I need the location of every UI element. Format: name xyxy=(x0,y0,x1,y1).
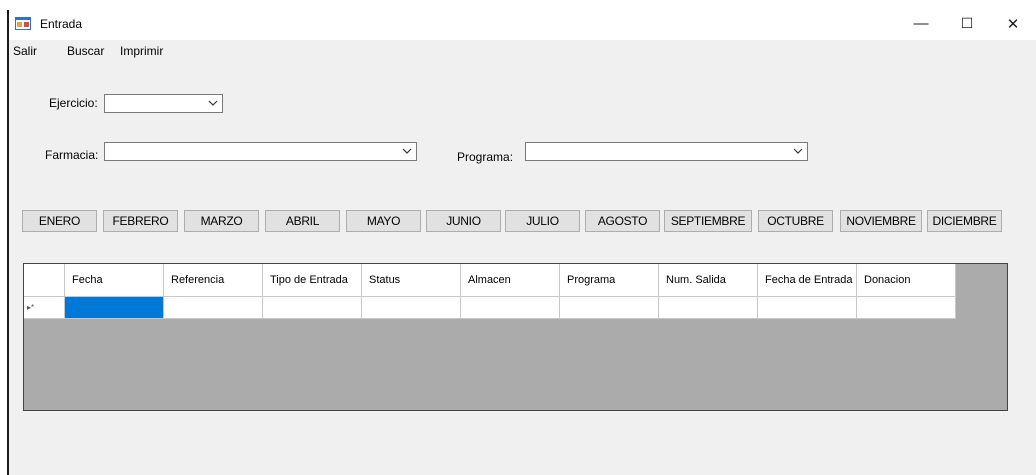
grid-cell-status[interactable] xyxy=(362,297,461,319)
column-header-programa[interactable]: Programa xyxy=(560,264,659,297)
programa-label: Programa: xyxy=(457,150,514,164)
entries-data-grid[interactable]: Fecha Referencia Tipo de Entrada Status … xyxy=(23,263,1008,411)
column-header-almacen[interactable]: Almacen xyxy=(461,264,560,297)
ejercicio-label: Ejercicio: xyxy=(49,96,98,110)
column-header-num-salida[interactable]: Num. Salida xyxy=(659,264,758,297)
grid-cell-num-salida[interactable] xyxy=(659,297,758,319)
month-button-abril[interactable]: ABRIL xyxy=(265,210,340,232)
grid-cell-fecha-entrada[interactable] xyxy=(758,297,857,319)
column-header-referencia[interactable]: Referencia xyxy=(164,264,263,297)
menu-bar: Salir Buscar Imprimir xyxy=(9,40,1036,62)
minimize-button[interactable]: — xyxy=(898,7,944,40)
grid-corner-header[interactable] xyxy=(24,264,65,297)
month-button-febrero[interactable]: FEBRERO xyxy=(103,210,178,232)
month-button-octubre[interactable]: OCTUBRE xyxy=(758,210,833,232)
maximize-button[interactable]: ☐ xyxy=(944,7,990,40)
left-edge-strip xyxy=(0,0,9,475)
farmacia-dropdown[interactable] xyxy=(104,142,417,161)
grid-cell-donacion[interactable] xyxy=(857,297,956,319)
menu-salir[interactable]: Salir xyxy=(13,44,37,58)
grid-cell-tipo-entrada[interactable] xyxy=(263,297,362,319)
chevron-down-icon xyxy=(208,100,218,106)
month-button-septiembre[interactable]: SEPTIEMBRE xyxy=(664,210,752,232)
new-row-marker[interactable]: ▸* xyxy=(24,297,65,319)
column-header-fecha[interactable]: Fecha xyxy=(65,264,164,297)
ejercicio-dropdown[interactable] xyxy=(104,94,223,113)
month-button-noviembre[interactable]: NOVIEMBRE xyxy=(840,210,922,232)
main-window: Entrada — ☐ ✕ Salir Buscar Imprimir Ejer… xyxy=(9,7,1036,475)
month-button-enero[interactable]: ENERO xyxy=(22,210,97,232)
chevron-down-icon xyxy=(402,148,412,154)
grid-cell-referencia[interactable] xyxy=(164,297,263,319)
month-button-julio[interactable]: JULIO xyxy=(505,210,580,232)
close-button[interactable]: ✕ xyxy=(990,7,1036,40)
column-header-donacion[interactable]: Donacion xyxy=(857,264,956,297)
month-button-mayo[interactable]: MAYO xyxy=(346,210,421,232)
month-button-marzo[interactable]: MARZO xyxy=(184,210,259,232)
farmacia-label: Farmacia: xyxy=(45,148,99,162)
title-bar: Entrada — ☐ ✕ xyxy=(9,7,1036,40)
menu-imprimir[interactable]: Imprimir xyxy=(120,44,163,58)
grid-cell-fecha[interactable] xyxy=(65,297,164,319)
column-header-fecha-entrada[interactable]: Fecha de Entrada xyxy=(758,264,857,297)
month-button-agosto[interactable]: AGOSTO xyxy=(585,210,660,232)
column-header-tipo-entrada[interactable]: Tipo de Entrada xyxy=(263,264,362,297)
menu-buscar[interactable]: Buscar xyxy=(67,44,104,58)
grid-header-row: Fecha Referencia Tipo de Entrada Status … xyxy=(24,264,956,297)
programa-dropdown[interactable] xyxy=(525,142,808,161)
month-button-diciembre[interactable]: DICIEMBRE xyxy=(927,210,1002,232)
window-title: Entrada xyxy=(40,17,83,31)
month-button-junio[interactable]: JUNIO xyxy=(426,210,501,232)
chevron-down-icon xyxy=(793,148,803,154)
grid-cell-programa[interactable] xyxy=(560,297,659,319)
column-header-status[interactable]: Status xyxy=(362,264,461,297)
app-window-icon xyxy=(15,17,31,30)
grid-cell-almacen[interactable] xyxy=(461,297,560,319)
table-row[interactable]: ▸* xyxy=(24,297,956,319)
